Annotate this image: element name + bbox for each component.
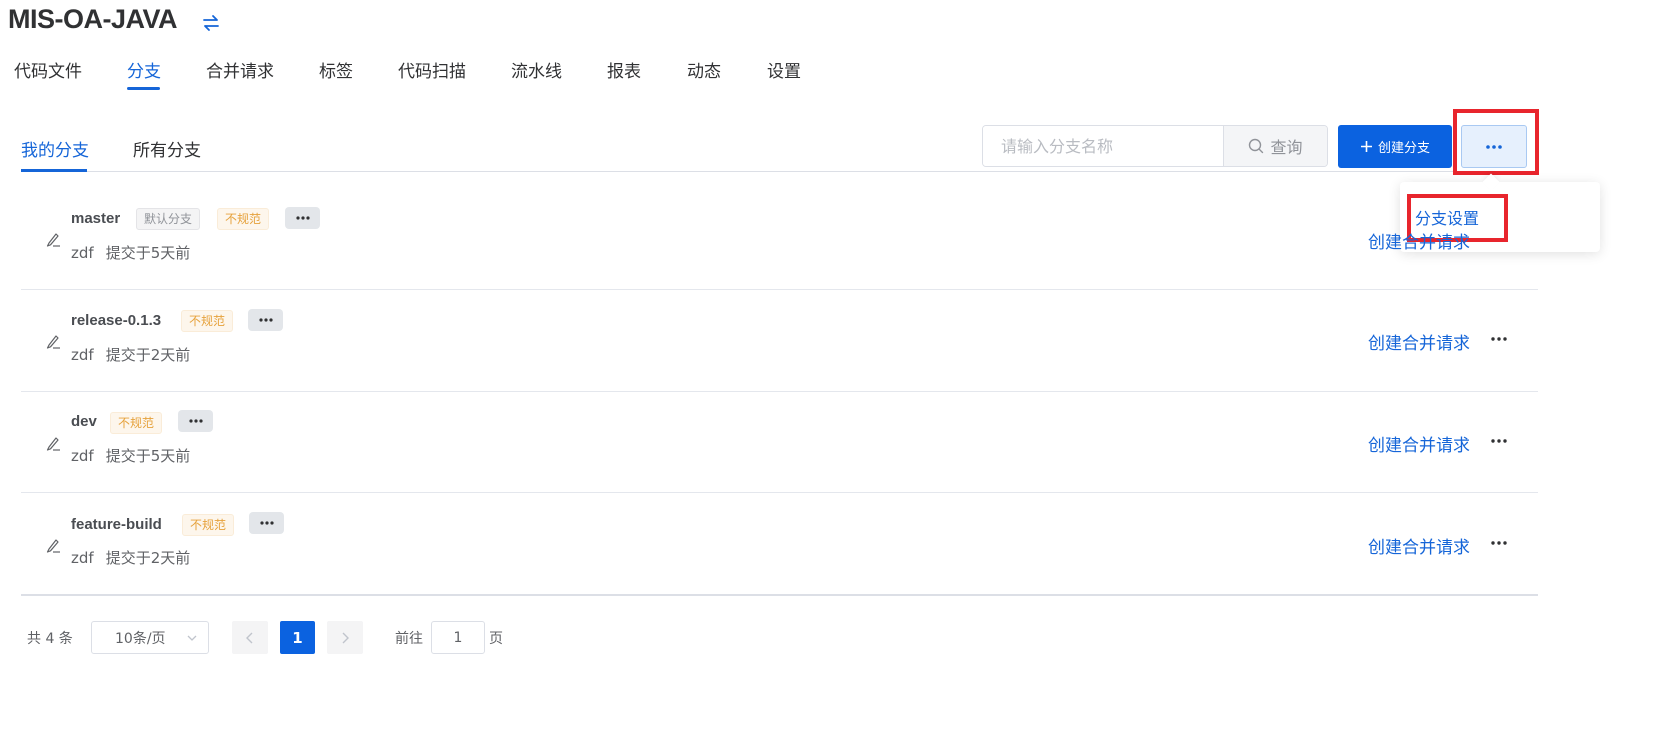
active-subtab-indicator	[21, 169, 87, 172]
row-more-actions[interactable]	[1489, 538, 1509, 548]
more-dots-icon	[188, 419, 203, 423]
subtab-my-branches[interactable]: 我的分支	[21, 136, 89, 161]
row-divider	[21, 492, 1538, 493]
more-dots-icon	[1491, 439, 1507, 443]
row-more-actions[interactable]	[1489, 436, 1509, 446]
commit-author: zdf	[71, 447, 94, 465]
commit-author: zdf	[71, 549, 94, 567]
more-dots-icon	[258, 318, 273, 322]
commit-meta: zdf 提交于5天前	[71, 445, 190, 466]
edit-pen-icon	[46, 437, 60, 451]
search-icon	[1249, 138, 1264, 154]
commit-time: 提交于5天前	[105, 244, 191, 262]
edit-pen-icon	[46, 539, 60, 553]
list-bottom-divider	[21, 594, 1538, 596]
create-merge-request-link[interactable]: 创建合并请求	[1368, 431, 1470, 456]
create-branch-label: 创建分支	[1377, 141, 1430, 156]
nonstandard-tag: 不规范	[110, 412, 163, 434]
active-tab-indicator	[127, 87, 160, 90]
tab-code-scan[interactable]: 代码扫描	[398, 57, 466, 82]
swap-arrows-icon[interactable]	[200, 12, 222, 34]
row-divider	[21, 289, 1538, 290]
tab-branches[interactable]: 分支	[127, 57, 161, 82]
branch-search: 查询	[982, 125, 1328, 167]
tab-pipeline[interactable]: 流水线	[511, 57, 562, 82]
tab-code-files[interactable]: 代码文件	[14, 57, 82, 82]
branch-name[interactable]: master	[71, 210, 120, 227]
commit-meta: zdf 提交于2天前	[71, 547, 190, 568]
commit-author: zdf	[71, 346, 94, 364]
branch-name[interactable]: release-0.1.3	[71, 312, 161, 329]
tab-reports[interactable]: 报表	[607, 57, 641, 82]
nonstandard-tag: 不规范	[182, 514, 235, 536]
search-button[interactable]: 查询	[1223, 126, 1327, 166]
tab-merge-requests[interactable]: 合并请求	[206, 57, 274, 82]
commit-time: 提交于2天前	[105, 549, 191, 567]
highlight-box-more	[1453, 109, 1539, 175]
create-branch-button[interactable]: 创建分支	[1338, 125, 1452, 168]
more-dots-icon	[1491, 337, 1507, 341]
search-input[interactable]	[983, 126, 1223, 166]
create-merge-request-link[interactable]: 创建合并请求	[1368, 533, 1470, 558]
chevron-right-icon	[342, 632, 349, 643]
branch-more-button[interactable]	[178, 410, 213, 432]
row-more-actions[interactable]	[1489, 334, 1509, 344]
nonstandard-tag: 不规范	[217, 208, 270, 230]
prev-page-button[interactable]	[232, 621, 268, 654]
edit-pen-icon	[46, 335, 60, 349]
branch-name[interactable]: dev	[71, 413, 97, 430]
pagination-total: 共 4 条	[27, 631, 73, 647]
page-number-current[interactable]: 1	[280, 621, 315, 654]
goto-suffix: 页	[489, 631, 503, 647]
commit-meta: zdf 提交于5天前	[71, 242, 190, 263]
branch-name[interactable]: feature-build	[71, 516, 162, 533]
commit-time: 提交于5天前	[105, 447, 191, 465]
nonstandard-tag: 不规范	[181, 310, 234, 332]
commit-meta: zdf 提交于2天前	[71, 344, 190, 365]
more-dots-icon	[295, 216, 310, 220]
plus-icon	[1360, 141, 1372, 152]
next-page-button[interactable]	[327, 621, 363, 654]
tab-settings[interactable]: 设置	[767, 57, 801, 82]
chevron-left-icon	[246, 632, 253, 643]
goto-page-input[interactable]	[431, 621, 485, 654]
commit-time: 提交于2天前	[105, 346, 191, 364]
commit-author: zdf	[71, 244, 94, 262]
create-merge-request-link[interactable]: 创建合并请求	[1368, 329, 1470, 354]
goto-label: 前往	[395, 631, 423, 647]
search-button-label: 查询	[1270, 138, 1303, 157]
repo-title: MIS-OA-JAVA	[8, 4, 178, 34]
default-branch-tag: 默认分支	[136, 208, 201, 230]
tab-tags[interactable]: 标签	[319, 57, 353, 82]
branch-more-button[interactable]	[249, 512, 284, 534]
tab-activity[interactable]: 动态	[687, 57, 721, 82]
branch-more-button[interactable]	[248, 309, 283, 331]
branch-more-button[interactable]	[285, 207, 320, 229]
more-dots-icon	[259, 521, 274, 525]
row-divider	[21, 391, 1538, 392]
subtab-divider	[21, 171, 1538, 172]
page-size-value: 10条/页	[115, 630, 166, 647]
page-size-select[interactable]: 10条/页	[91, 621, 209, 654]
edit-pen-icon	[46, 233, 60, 247]
subtab-all-branches[interactable]: 所有分支	[133, 136, 201, 161]
create-merge-request-link[interactable]: 创建合并请求	[1368, 228, 1470, 253]
more-dots-icon	[1491, 541, 1507, 545]
chevron-down-icon	[187, 635, 197, 641]
